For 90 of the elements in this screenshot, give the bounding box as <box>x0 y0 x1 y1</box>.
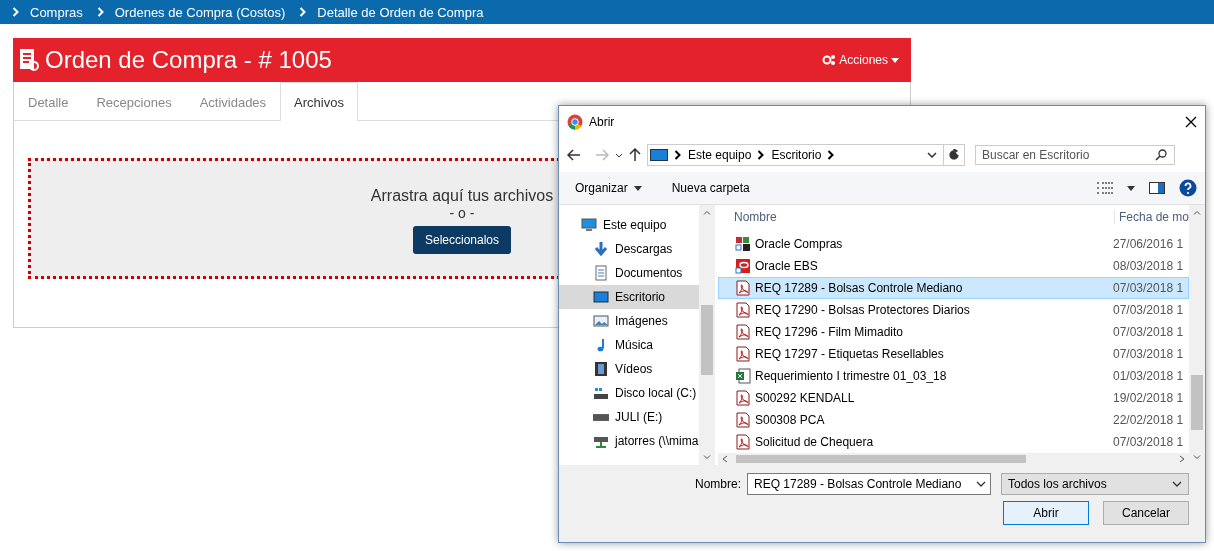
tab[interactable]: Recepciones <box>82 82 186 121</box>
scroll-right-icon[interactable] <box>1179 454 1185 463</box>
file-row[interactable]: Requerimiento I trimestre 01_03_18 01/03/2018 1 <box>718 364 1189 387</box>
nav-item[interactable]: Este equipo <box>559 213 699 237</box>
disk-drive-icon <box>593 385 609 401</box>
actions-menu[interactable]: Acciones <box>816 52 905 68</box>
pdf-file-icon <box>735 411 751 428</box>
nav-item[interactable]: Descargas <box>559 237 699 261</box>
file-row[interactable]: Solicitud de Chequera 07/03/2018 1 <box>718 430 1189 453</box>
caret-icon <box>633 185 642 191</box>
picture-icon <box>593 313 609 329</box>
nav-item[interactable]: Imágenes <box>559 309 699 333</box>
cancel-button[interactable]: Cancelar <box>1103 501 1189 525</box>
breadcrumb-link[interactable]: Detalle de Orden de Compra <box>317 4 484 20</box>
file-row[interactable]: REQ 17297 - Etiquetas Resellables 07/03/2018 1 <box>718 342 1189 365</box>
search-icon <box>1155 149 1167 161</box>
dialog-title: Abrir <box>589 115 616 129</box>
desktop-icon <box>650 149 668 161</box>
drive-icon <box>593 413 609 421</box>
gears-icon <box>822 54 837 66</box>
chevron-icon <box>827 150 836 160</box>
pdf-file-icon <box>735 433 751 450</box>
vertical-scrollbar[interactable] <box>1189 205 1205 465</box>
caret-icon[interactable] <box>615 152 623 158</box>
caret-icon <box>1172 481 1182 487</box>
browser-logo-icon <box>567 114 583 130</box>
search-field[interactable]: Buscar en Escritorio <box>975 145 1175 165</box>
pdf-file-icon <box>735 301 751 318</box>
nav-item[interactable]: Escritorio <box>559 285 699 309</box>
pdf-file-icon <box>735 345 751 362</box>
chevron-icon <box>96 7 105 17</box>
scrollbar-thumb[interactable] <box>736 454 1026 463</box>
view-list-icon[interactable] <box>1097 182 1113 194</box>
tab[interactable]: Detalle <box>14 82 83 121</box>
file-row[interactable]: S00308 PCA 22/02/2018 1 <box>718 408 1189 431</box>
scrollbar-thumb[interactable] <box>1191 375 1203 430</box>
scroll-left-icon[interactable] <box>722 454 728 463</box>
desktop-icon <box>593 289 609 305</box>
chevron-icon <box>299 7 308 17</box>
pdf-file-icon <box>735 389 751 406</box>
address-bar[interactable]: Este equipo Escritorio <box>647 144 965 166</box>
filename-label: Nombre: <box>695 477 741 491</box>
shortcut-app-icon <box>735 257 751 274</box>
caret-icon[interactable] <box>976 481 986 487</box>
spreadsheet-file-icon <box>735 367 751 384</box>
file-type-dropdown[interactable]: Todos los archivos <box>1001 473 1189 495</box>
caret-icon <box>891 57 899 63</box>
nav-item[interactable]: Disco local (C:) <box>559 381 699 405</box>
file-row[interactable]: REQ 17289 - Bolsas Controle Mediano 07/03/2018 1 <box>718 276 1189 299</box>
nav-item[interactable]: jatorres (\\mima <box>559 429 699 453</box>
dropzone-prompt: Arrastra aquí tus archivos <box>370 187 554 205</box>
open-button[interactable]: Abrir <box>1003 501 1089 525</box>
chevron-icon <box>757 150 766 160</box>
dropzone-separator: - o - <box>449 205 475 221</box>
help-icon[interactable] <box>1179 179 1197 197</box>
scrollbar-thumb[interactable] <box>701 305 713 375</box>
file-row[interactable]: REQ 17296 - Film Mimadito 07/03/2018 1 <box>718 320 1189 343</box>
order-title: Orden de Compra - # 1005 <box>45 46 333 74</box>
film-icon <box>593 361 609 377</box>
tab[interactable]: Actividades <box>185 82 281 121</box>
pdf-file-icon <box>735 323 751 340</box>
chevron-icon <box>674 150 682 160</box>
file-row[interactable]: S00292 KENDALL 19/02/2018 1 <box>718 386 1189 409</box>
music-note-icon <box>597 337 605 353</box>
caret-icon[interactable] <box>927 152 937 158</box>
file-row[interactable]: REQ 17290 - Bolsas Protectores Diarios 07/03/2018 1 <box>718 298 1189 321</box>
shortcut-app-icon <box>735 235 751 252</box>
new-folder-button[interactable]: Nueva carpeta <box>671 181 750 195</box>
select-files-button[interactable]: Seleccionalos <box>412 226 511 254</box>
up-arrow-icon[interactable] <box>629 148 641 162</box>
breadcrumb-link[interactable]: Compras <box>30 4 83 20</box>
download-icon <box>593 241 609 257</box>
pdf-file-icon <box>735 279 751 296</box>
nav-item[interactable]: Música <box>559 333 699 357</box>
computer-icon <box>581 217 597 233</box>
nav-item[interactable]: Vídeos <box>559 357 699 381</box>
breadcrumb-link[interactable]: Ordenes de Compra (Costos) <box>114 4 286 20</box>
document-icon <box>19 48 39 72</box>
organize-menu[interactable]: Organizar <box>575 181 642 195</box>
preview-pane-icon[interactable] <box>1149 182 1165 194</box>
chevron-icon <box>12 7 20 17</box>
filename-field[interactable]: REQ 17289 - Bolsas Controle Mediano <box>747 473 991 495</box>
caret-icon[interactable] <box>1127 185 1135 191</box>
document-icon <box>593 265 609 281</box>
vertical-scrollbar[interactable] <box>699 205 715 465</box>
close-icon[interactable] <box>1185 116 1197 128</box>
horizontal-scrollbar[interactable] <box>718 452 1189 465</box>
back-arrow-icon[interactable] <box>567 149 581 161</box>
nav-item[interactable]: JULI (E:) <box>559 405 699 429</box>
tab[interactable]: Archivos <box>280 82 358 121</box>
